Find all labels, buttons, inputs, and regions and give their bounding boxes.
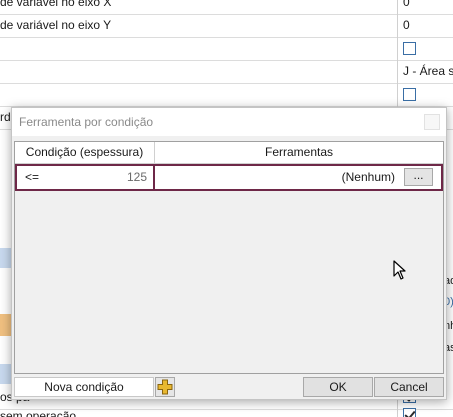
tool-cell[interactable]: (Nenhum) ... — [157, 166, 441, 189]
conditions-grid: Condição (espessura) Ferramentas <= 125 … — [14, 141, 444, 374]
condition-operator: <= — [25, 170, 40, 184]
condition-value: 125 — [126, 170, 147, 184]
column-header-condition[interactable]: Condição (espessura) — [15, 142, 155, 164]
plus-icon — [157, 379, 173, 395]
property-value[interactable]: J - Área st — [403, 64, 453, 78]
property-row[interactable] — [0, 84, 453, 107]
property-row[interactable]: sem operação — [0, 406, 453, 417]
property-row[interactable]: de variável no eixo X 0 — [0, 0, 453, 15]
close-icon[interactable] — [424, 114, 440, 130]
property-value[interactable]: 0 — [403, 0, 410, 9]
add-condition-button[interactable] — [155, 377, 175, 397]
dialog-title: Ferramenta por condição — [19, 115, 154, 129]
property-label: sem operação — [0, 409, 77, 417]
cancel-button[interactable]: Cancel — [374, 377, 444, 397]
grid-header: Condição (espessura) Ferramentas — [15, 142, 443, 164]
tool-value: (Nenhum) — [341, 170, 395, 184]
property-label: de variável no eixo Y — [0, 18, 112, 32]
condition-cell[interactable]: <= 125 — [17, 166, 155, 189]
property-value[interactable]: 0 — [403, 18, 410, 32]
tool-by-condition-dialog: Ferramenta por condição Condição (espess… — [11, 107, 447, 400]
ok-button[interactable]: OK — [303, 377, 373, 397]
new-condition-button[interactable]: Nova condição — [14, 377, 154, 397]
property-row[interactable]: de variável no eixo Y 0 — [0, 15, 453, 38]
mouse-pointer-icon — [393, 260, 406, 280]
browse-tool-button[interactable]: ... — [404, 168, 433, 186]
table-row[interactable]: <= 125 (Nenhum) ... — [15, 164, 443, 191]
dialog-titlebar[interactable]: Ferramenta por condição — [12, 108, 446, 136]
property-row[interactable] — [0, 38, 453, 61]
property-row[interactable]: J - Área st — [0, 61, 453, 84]
property-checkbox[interactable] — [403, 88, 416, 101]
column-header-tools[interactable]: Ferramentas — [155, 142, 443, 164]
property-checkbox[interactable] — [403, 408, 416, 417]
property-checkbox[interactable] — [403, 42, 416, 55]
property-label: de variável no eixo X — [0, 0, 112, 9]
